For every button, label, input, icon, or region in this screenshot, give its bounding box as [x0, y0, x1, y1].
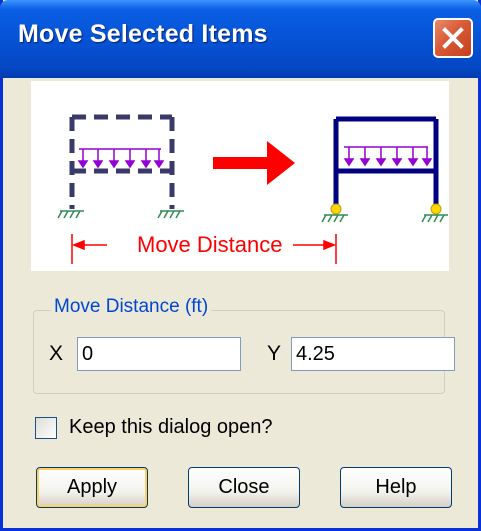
move-illustration: Move Distance [31, 81, 449, 271]
y-label: Y [267, 342, 282, 365]
move-distance-group-title: Move Distance (ft) [51, 296, 212, 318]
dialog-content: Move Distance Move Distance (ft) X Y Kee… [3, 78, 478, 528]
moved-fixed-support-icon [321, 214, 448, 223]
keep-open-label[interactable]: Keep this dialog open? [69, 416, 273, 439]
moved-support-nodes [330, 203, 442, 215]
close-window-button[interactable] [433, 18, 473, 58]
move-selected-items-dialog: Move Selected Items Move Distance Move D… [0, 0, 481, 531]
help-button[interactable]: Help [340, 467, 452, 508]
x-distance-input[interactable] [77, 337, 241, 371]
y-distance-input[interactable] [291, 337, 455, 371]
original-load [77, 148, 165, 169]
arrow-right-icon [213, 141, 295, 185]
close-icon [442, 27, 464, 49]
moved-load [343, 146, 433, 167]
apply-button[interactable]: Apply [36, 467, 148, 508]
move-distance-label: Move Distance [135, 232, 285, 257]
close-button[interactable]: Close [188, 467, 300, 508]
fixed-support-icon [57, 210, 184, 219]
title-bar[interactable]: Move Selected Items [0, 0, 481, 78]
dialog-title: Move Selected Items [18, 20, 268, 48]
x-label: X [49, 342, 64, 365]
keep-open-checkbox[interactable] [35, 417, 57, 439]
